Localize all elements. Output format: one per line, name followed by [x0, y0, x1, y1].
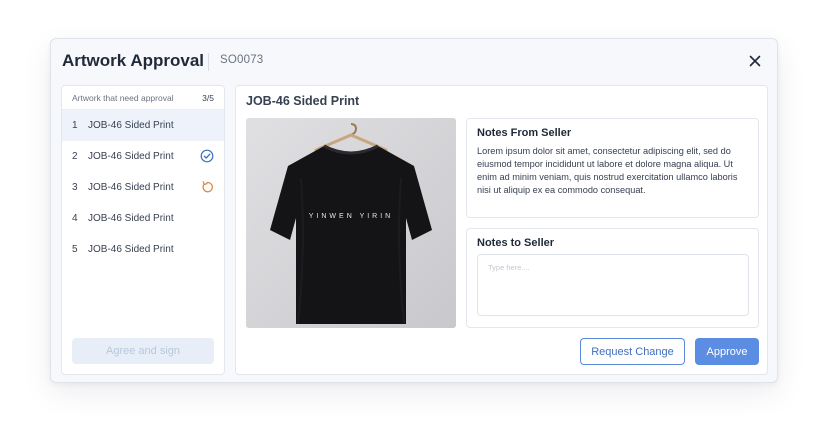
item-number: 2: [72, 151, 78, 162]
item-label: JOB-46 Sided Print: [88, 151, 174, 162]
notes-from-seller-heading: Notes From Seller: [477, 127, 572, 139]
request-change-button[interactable]: Request Change: [580, 338, 685, 365]
product-image: YINWEN YIRIN: [246, 118, 456, 328]
item-number: 1: [72, 120, 78, 131]
artwork-list-item[interactable]: 2 JOB-46 Sided Print: [62, 141, 224, 172]
item-label: JOB-46 Sided Print: [88, 213, 174, 224]
artwork-list-header: Artwork that need approval 3/5: [62, 86, 224, 110]
order-id: SO0073: [220, 54, 264, 66]
notes-from-seller: Notes From Seller Lorem ipsum dolor sit …: [466, 118, 759, 218]
notes-to-seller: Notes to Seller: [466, 228, 759, 328]
artwork-list-panel: Artwork that need approval 3/5 1 JOB-46 …: [61, 85, 225, 375]
artwork-list-item[interactable]: 1 JOB-46 Sided Print: [62, 110, 224, 141]
item-number: 3: [72, 182, 78, 193]
artwork-list-item[interactable]: 3 JOB-46 Sided Print: [62, 172, 224, 203]
header-divider: [208, 53, 209, 71]
approval-counter: 3/5: [202, 92, 214, 103]
check-circle-icon: [200, 149, 214, 163]
item-label: JOB-46 Sided Print: [88, 120, 174, 131]
artwork-detail-panel: JOB-46 Sided Print YINWEN YIRIN Notes Fr…: [235, 85, 768, 375]
item-number: 5: [72, 244, 78, 255]
item-label: JOB-46 Sided Print: [88, 244, 174, 255]
artwork-list-item[interactable]: 5 JOB-46 Sided Print: [62, 234, 224, 265]
item-label: JOB-46 Sided Print: [88, 182, 174, 193]
undo-arrow-icon: [200, 180, 214, 194]
close-button[interactable]: [747, 53, 763, 69]
agree-and-sign-button[interactable]: Agree and sign: [72, 338, 214, 364]
approve-button[interactable]: Approve: [695, 338, 759, 365]
shirt-print-text: YINWEN YIRIN: [309, 213, 394, 220]
item-number: 4: [72, 213, 78, 224]
modal-header: Artwork Approval SO0073: [51, 39, 777, 85]
artwork-list: 1 JOB-46 Sided Print 2 JOB-46 Sided Prin…: [62, 110, 224, 265]
modal-title: Artwork Approval: [62, 51, 205, 70]
artwork-approval-modal: Artwork Approval SO0073 Artwork that nee…: [50, 38, 778, 383]
artwork-list-label: Artwork that need approval: [72, 92, 174, 103]
notes-to-seller-input[interactable]: [477, 254, 749, 316]
notes-to-seller-heading: Notes to Seller: [477, 237, 555, 249]
notes-from-seller-body: Lorem ipsum dolor sit amet, consectetur …: [477, 146, 738, 195]
close-icon: [749, 55, 761, 67]
artwork-list-item[interactable]: 4 JOB-46 Sided Print: [62, 203, 224, 234]
artwork-title: JOB-46 Sided Print: [246, 94, 360, 108]
